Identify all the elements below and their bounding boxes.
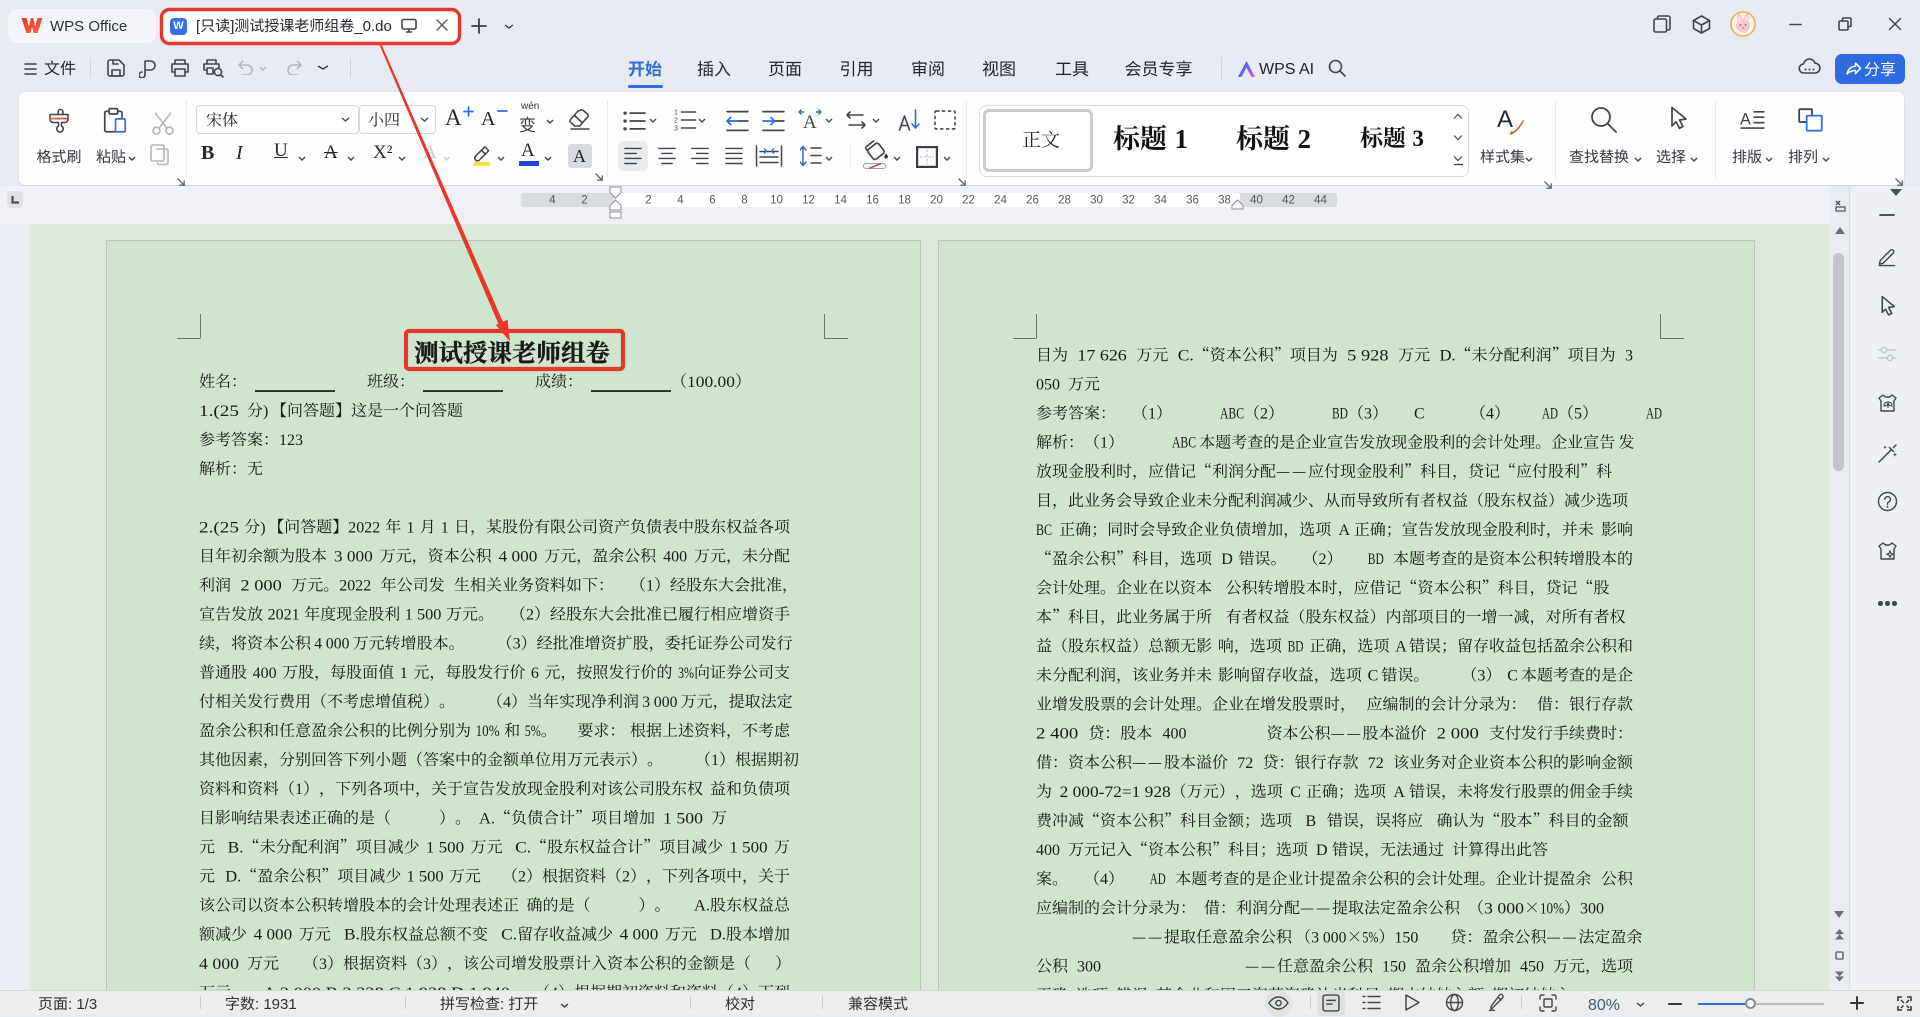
svg-text:2: 2: [674, 118, 678, 125]
svg-text:3: 3: [674, 126, 678, 133]
svg-text:A: A: [1740, 110, 1751, 128]
svg-text:A: A: [803, 112, 817, 132]
svg-text:1: 1: [674, 110, 678, 117]
